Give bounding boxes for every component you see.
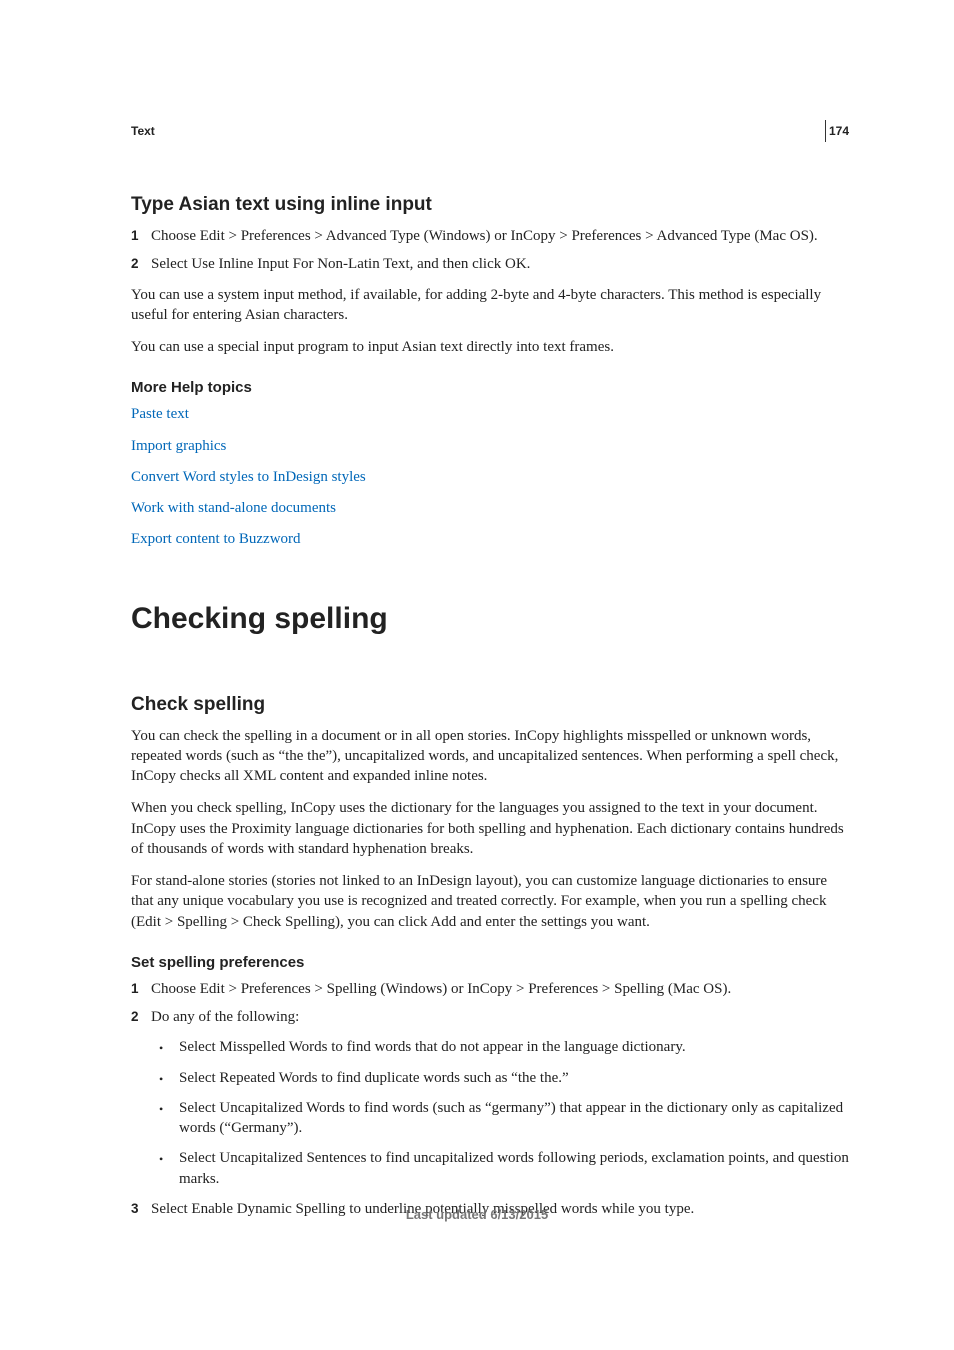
help-link[interactable]: Export content to Buzzword (131, 529, 849, 549)
set-prefs-steps: 1 Choose Edit > Preferences > Spelling (… (131, 979, 849, 1028)
heading-checking-spelling: Checking spelling (131, 602, 849, 636)
bullet-icon: • (159, 1098, 179, 1139)
step-item: 2 Do any of the following: (131, 1007, 849, 1027)
heading-type-asian: Type Asian text using inline input (131, 194, 849, 216)
step-text: Do any of the following: (151, 1007, 849, 1027)
step-item: 2 Select Use Inline Input For Non-Latin … (131, 254, 849, 274)
body-paragraph: When you check spelling, InCopy uses the… (131, 798, 849, 859)
set-prefs-bullets: • Select Misspelled Words to find words … (159, 1037, 849, 1189)
bullet-icon: • (159, 1068, 179, 1088)
step-text: Select Use Inline Input For Non-Latin Te… (151, 254, 849, 274)
heading-more-help: More Help topics (131, 379, 849, 396)
bullet-text: Select Uncapitalized Sentences to find u… (179, 1148, 849, 1189)
help-link[interactable]: Import graphics (131, 436, 849, 456)
bullet-icon: • (159, 1148, 179, 1189)
help-links: Paste text Import graphics Convert Word … (131, 404, 849, 549)
page-number-rule (825, 120, 826, 142)
page-number: 174 (829, 124, 849, 138)
bullet-item: • Select Uncapitalized Sentences to find… (159, 1148, 849, 1189)
bullet-text: Select Uncapitalized Words to find words… (179, 1098, 849, 1139)
step-text: Choose Edit > Preferences > Advanced Typ… (151, 226, 849, 246)
body-paragraph: You can check the spelling in a document… (131, 726, 849, 787)
bullet-item: • Select Uncapitalized Words to find wor… (159, 1098, 849, 1139)
step-text: Choose Edit > Preferences > Spelling (Wi… (151, 979, 849, 999)
heading-set-spelling-preferences: Set spelling preferences (131, 954, 849, 971)
step-item: 1 Choose Edit > Preferences > Advanced T… (131, 226, 849, 246)
body-paragraph: You can use a system input method, if av… (131, 285, 849, 326)
step-number: 1 (131, 226, 151, 246)
bullet-item: • Select Misspelled Words to find words … (159, 1037, 849, 1057)
help-link[interactable]: Convert Word styles to InDesign styles (131, 467, 849, 487)
footer-last-updated: Last updated 6/13/2015 (0, 1207, 954, 1222)
step-item: 1 Choose Edit > Preferences > Spelling (… (131, 979, 849, 999)
help-link[interactable]: Paste text (131, 404, 849, 424)
step-number: 1 (131, 979, 151, 999)
section-label: Text (131, 124, 849, 138)
bullet-text: Select Repeated Words to find duplicate … (179, 1068, 849, 1088)
type-asian-steps: 1 Choose Edit > Preferences > Advanced T… (131, 226, 849, 275)
bullet-text: Select Misspelled Words to find words th… (179, 1037, 849, 1057)
page: 174 Text Type Asian text using inline in… (0, 0, 954, 1350)
bullet-item: • Select Repeated Words to find duplicat… (159, 1068, 849, 1088)
body-paragraph: You can use a special input program to i… (131, 337, 849, 357)
help-link[interactable]: Work with stand-alone documents (131, 498, 849, 518)
heading-check-spelling: Check spelling (131, 694, 849, 716)
step-number: 2 (131, 1007, 151, 1027)
step-number: 2 (131, 254, 151, 274)
bullet-icon: • (159, 1037, 179, 1057)
body-paragraph: For stand-alone stories (stories not lin… (131, 871, 849, 932)
